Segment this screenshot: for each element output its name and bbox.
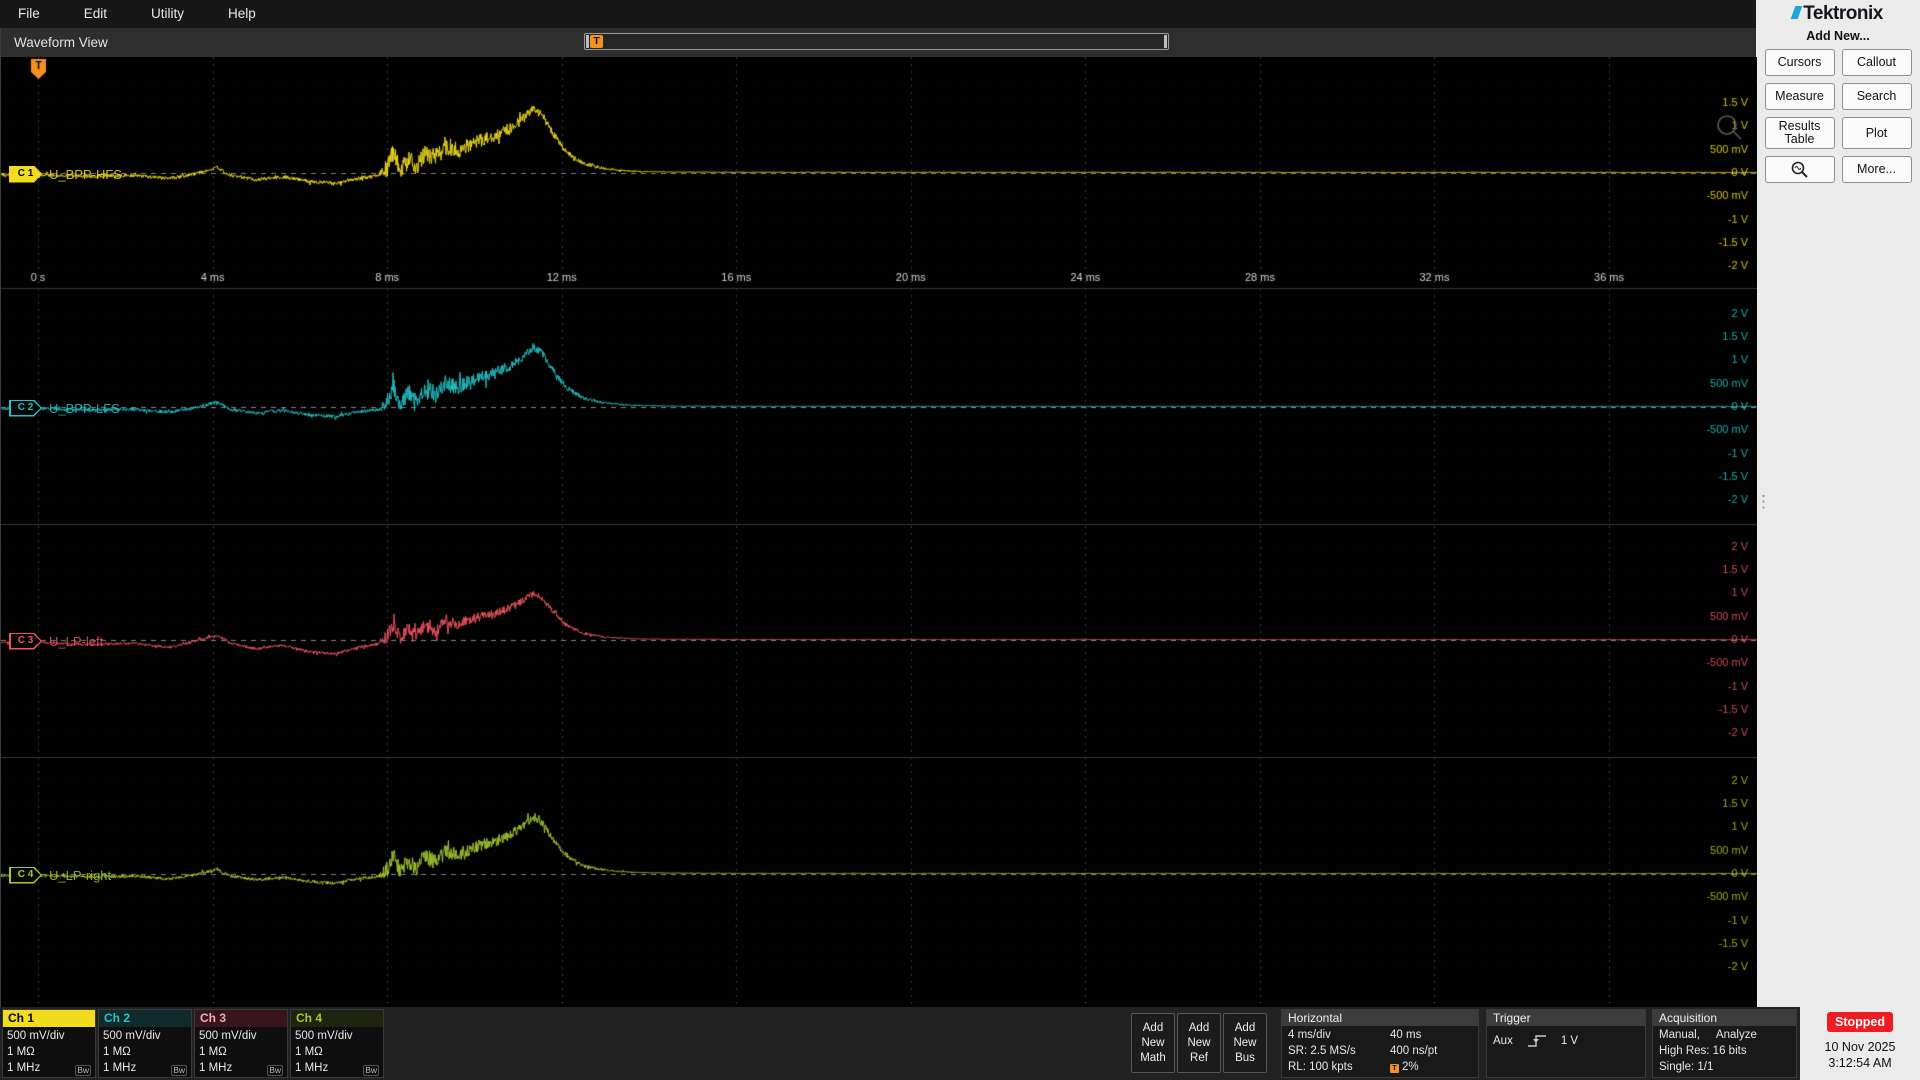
channel-1-name: Ch 1: [3, 1010, 95, 1027]
bottom-settings-bar: Ch 1 500 mV/div 1 MΩ 1 MHz Bw Ch 2 500 mV…: [0, 1007, 1800, 1080]
waveform-view-title: Waveform View: [14, 35, 108, 50]
panel-drag-handle[interactable]: ⋮: [1755, 493, 1772, 510]
bandwidth-limit-icon: Bw: [267, 1065, 283, 1076]
horizontal-position-icon: T: [1390, 1064, 1399, 1073]
add-new-heading: Add New...: [1806, 29, 1870, 43]
channel-3-overlay: C 3 U_LP-left: [9, 632, 103, 650]
run-status-area: Stopped 10 Nov 2025 3:12:54 AM: [1800, 1012, 1920, 1070]
channel-1-vdiv: 500 mV/div: [7, 1030, 65, 1042]
channel-2-name: Ch 2: [99, 1010, 191, 1027]
channel-1-waveform-label: U_BPP-HFS: [49, 166, 122, 182]
waveform-view-header: Waveform View T: [1, 28, 1756, 58]
magnifier-icon: [1791, 161, 1808, 178]
acquisition-title: Acquisition: [1653, 1010, 1796, 1026]
menu-help[interactable]: Help: [206, 0, 278, 28]
channel-3-waveform-label: U_LP-left: [49, 633, 104, 649]
horizontal-title: Horizontal: [1282, 1010, 1478, 1026]
acquisition-badge[interactable]: Acquisition Manual, Analyze High Res: 16 …: [1652, 1009, 1797, 1078]
tektronix-logo: Tektronix: [1756, 3, 1920, 25]
horizontal-badge[interactable]: Horizontal 4 ms/div 40 ms SR: 2.5 MS/s 400…: [1281, 1009, 1479, 1078]
trigger-source: Aux: [1493, 1035, 1513, 1047]
add-new-bus-button[interactable]: Add New Bus: [1223, 1013, 1267, 1073]
horizontal-position: 2%: [1402, 1061, 1419, 1073]
pan-left-handle[interactable]: [586, 35, 589, 48]
results-table-button[interactable]: Results Table: [1764, 117, 1835, 149]
channel-4-badge-tile[interactable]: Ch 4 500 mV/div 1 MΩ 1 MHz Bw: [290, 1009, 384, 1078]
channel-4-vdiv: 500 mV/div: [295, 1030, 353, 1042]
acquisition-mode: Manual,: [1659, 1029, 1700, 1041]
channel-3-vdiv: 500 mV/div: [199, 1030, 257, 1042]
channel-2-impedance: 1 MΩ: [103, 1046, 131, 1058]
channel-2-badge-tile[interactable]: Ch 2 500 mV/div 1 MΩ 1 MHz Bw: [98, 1009, 192, 1078]
acquisition-single: Single: 1/1: [1659, 1061, 1714, 1073]
channel-2-bandwidth: 1 MHz: [103, 1062, 137, 1074]
channel-3-badge-tile[interactable]: Ch 3 500 mV/div 1 MΩ 1 MHz Bw: [194, 1009, 288, 1078]
trigger-title: Trigger: [1487, 1010, 1645, 1026]
more-button[interactable]: More...: [1841, 156, 1912, 183]
waveform-canvas[interactable]: [1, 57, 1757, 1007]
channel-2-overlay: C 2 U_BPP-LFS: [9, 399, 120, 417]
channel-4-overlay: C 4 U_LP-right: [9, 866, 111, 884]
channel-4-name: Ch 4: [291, 1010, 383, 1027]
channel-1-overlay: C 1 U_BPP-HFS: [9, 165, 122, 183]
channel-4-impedance: 1 MΩ: [295, 1046, 323, 1058]
trigger-badge[interactable]: Trigger Aux 1 V: [1486, 1009, 1646, 1078]
trigger-level: 1 V: [1560, 1035, 1579, 1047]
acquisition-detail: High Res: 16 bits: [1659, 1045, 1747, 1057]
menu-utility[interactable]: Utility: [129, 0, 206, 28]
measure-button[interactable]: Measure: [1764, 83, 1835, 110]
channel-1-badge-tile[interactable]: Ch 1 500 mV/div 1 MΩ 1 MHz Bw: [2, 1009, 96, 1078]
callout-button[interactable]: Callout: [1841, 49, 1912, 76]
sample-resolution: 400 ns/pt: [1390, 1045, 1438, 1057]
cursors-button[interactable]: Cursors: [1764, 49, 1835, 76]
channel-badge-c3[interactable]: C 3: [9, 632, 42, 650]
record-length: RL: 100 kpts: [1288, 1061, 1353, 1073]
rising-edge-icon: [1527, 1035, 1546, 1047]
horizontal-scale: 4 ms/div: [1288, 1029, 1331, 1041]
logo-mark: [1790, 6, 1803, 19]
bandwidth-limit-icon: Bw: [171, 1065, 187, 1076]
menu-file[interactable]: File: [0, 0, 62, 28]
search-button[interactable]: Search: [1841, 83, 1912, 110]
time-label: 3:12:54 AM: [1828, 1056, 1892, 1070]
waveform-view-window: Waveform View T C 1 U_BPP-HFS C 2 U_BPP-…: [0, 28, 1757, 1007]
trigger-position-icon[interactable]: T: [590, 35, 603, 48]
menu-edit[interactable]: Edit: [62, 0, 129, 28]
channel-1-impedance: 1 MΩ: [7, 1046, 35, 1058]
add-new-ref-button[interactable]: Add New Ref: [1177, 1013, 1221, 1073]
zoom-tool-button[interactable]: [1764, 156, 1835, 183]
channel-1-bandwidth: 1 MHz: [7, 1062, 41, 1074]
channel-2-waveform-label: U_BPP-LFS: [49, 400, 120, 416]
date-label: 10 Nov 2025: [1824, 1040, 1896, 1054]
pan-zoom-strip[interactable]: T: [584, 33, 1169, 50]
acquisition-analyze: Analyze: [1715, 1029, 1757, 1041]
channel-badge-c2[interactable]: C 2: [9, 399, 42, 417]
tekscope-app: File Edit Utility Help Tektronix Add New…: [0, 0, 1920, 1080]
channel-badge-c4[interactable]: C 4: [9, 866, 42, 884]
channel-4-bandwidth: 1 MHz: [295, 1062, 329, 1074]
bandwidth-limit-icon: Bw: [363, 1065, 379, 1076]
sample-rate: SR: 2.5 MS/s: [1288, 1045, 1356, 1057]
add-new-math-button[interactable]: Add New Math: [1131, 1013, 1175, 1073]
channel-3-name: Ch 3: [195, 1010, 287, 1027]
channel-3-bandwidth: 1 MHz: [199, 1062, 233, 1074]
menu-bar: File Edit Utility Help: [0, 0, 1756, 28]
pan-right-handle[interactable]: [1164, 35, 1167, 48]
right-sidebar: Tektronix Add New... Cursors Callout Mea…: [1755, 0, 1920, 1080]
channel-badge-c1[interactable]: C 1: [9, 165, 42, 183]
add-new-button-grid: Cursors Callout Measure Search Results T…: [1756, 49, 1920, 183]
plot-button[interactable]: Plot: [1841, 117, 1912, 149]
horizontal-window: 40 ms: [1390, 1029, 1422, 1041]
channel-4-waveform-label: U_LP-right: [49, 867, 112, 883]
bandwidth-limit-icon: Bw: [75, 1065, 91, 1076]
channel-3-impedance: 1 MΩ: [199, 1046, 227, 1058]
channel-2-vdiv: 500 mV/div: [103, 1030, 161, 1042]
run-stop-status-badge[interactable]: Stopped: [1827, 1012, 1893, 1032]
